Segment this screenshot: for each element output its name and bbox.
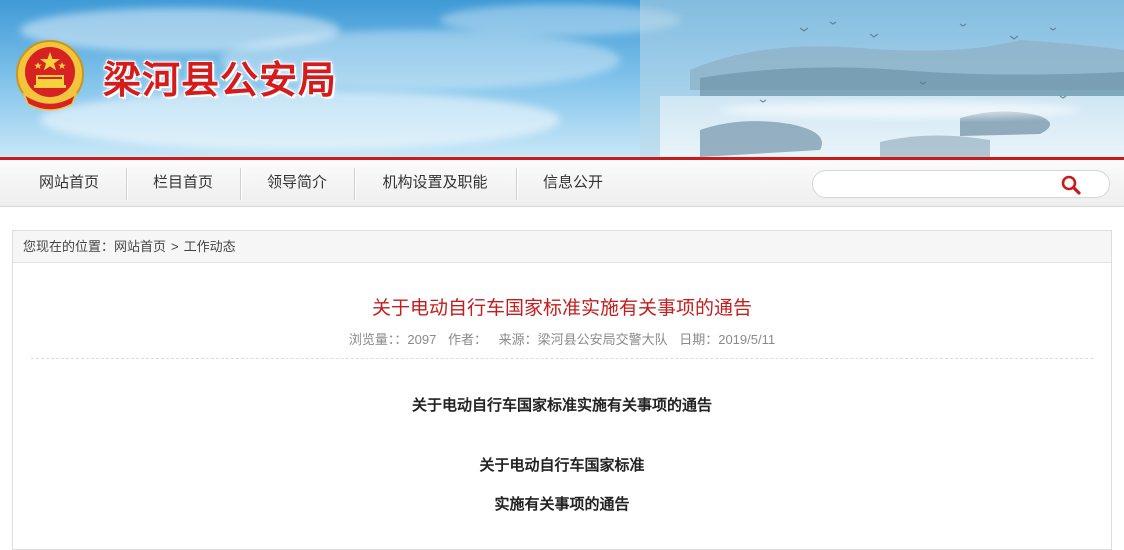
- article-body-line: 关于电动自行车国家标准: [479, 456, 645, 474]
- nav-item-organization[interactable]: 机构设置及职能: [360, 160, 510, 206]
- meta-date: 日期：2019/5/11: [679, 332, 776, 347]
- breadcrumb-prefix: 您现在的位置：: [23, 239, 115, 254]
- search-icon[interactable]: [1060, 174, 1082, 196]
- nav-item-home[interactable]: 网站首页: [18, 160, 120, 206]
- nav-divider: [516, 168, 517, 200]
- nav-item-info-disclosure[interactable]: 信息公开: [522, 160, 624, 206]
- article-body-line: 实施有关事项的通告: [494, 495, 630, 513]
- breadcrumb-current-link[interactable]: 工作动态: [184, 239, 236, 254]
- meta-source: 来源：梁河县公安局交警大队: [498, 332, 668, 347]
- national-emblem-logo: [16, 40, 84, 111]
- search-input[interactable]: [825, 175, 1059, 195]
- meta-views: 浏览量：：2097: [348, 332, 437, 347]
- nav-item-leadership[interactable]: 领导简介: [246, 160, 348, 206]
- nav-item-column-home[interactable]: 栏目首页: [132, 160, 234, 206]
- article-title: 关于电动自行车国家标准实施有关事项的通告: [371, 297, 752, 319]
- article-body-heading: 关于电动自行车国家标准实施有关事项的通告: [411, 396, 712, 414]
- article-panel: 您现在的位置：网站首页 > 工作动态 关于电动自行车国家标准实施有关事项的通告 浏览…: [12, 230, 1112, 550]
- nav-divider: [240, 168, 241, 200]
- breadcrumb: 您现在的位置：网站首页 > 工作动态: [13, 231, 1111, 263]
- nav-divider: [126, 168, 127, 200]
- main-nav: 网站首页 栏目首页 领导简介 机构设置及职能 信息公开: [0, 157, 1124, 207]
- search-box: [812, 170, 1110, 198]
- site-title: 梁河县公安局: [103, 58, 338, 102]
- breadcrumb-separator: >: [171, 239, 179, 254]
- meta-author: 作者：: [447, 332, 487, 347]
- breadcrumb-home-link[interactable]: 网站首页: [114, 239, 166, 254]
- meta-divider: [31, 358, 1093, 359]
- nav-divider: [354, 168, 355, 200]
- header-banner: 梁河县公安局: [0, 0, 1124, 157]
- article-meta: 浏览量：：2097 作者： 来源：梁河县公安局交警大队 日期：2019/5/11: [13, 329, 1111, 348]
